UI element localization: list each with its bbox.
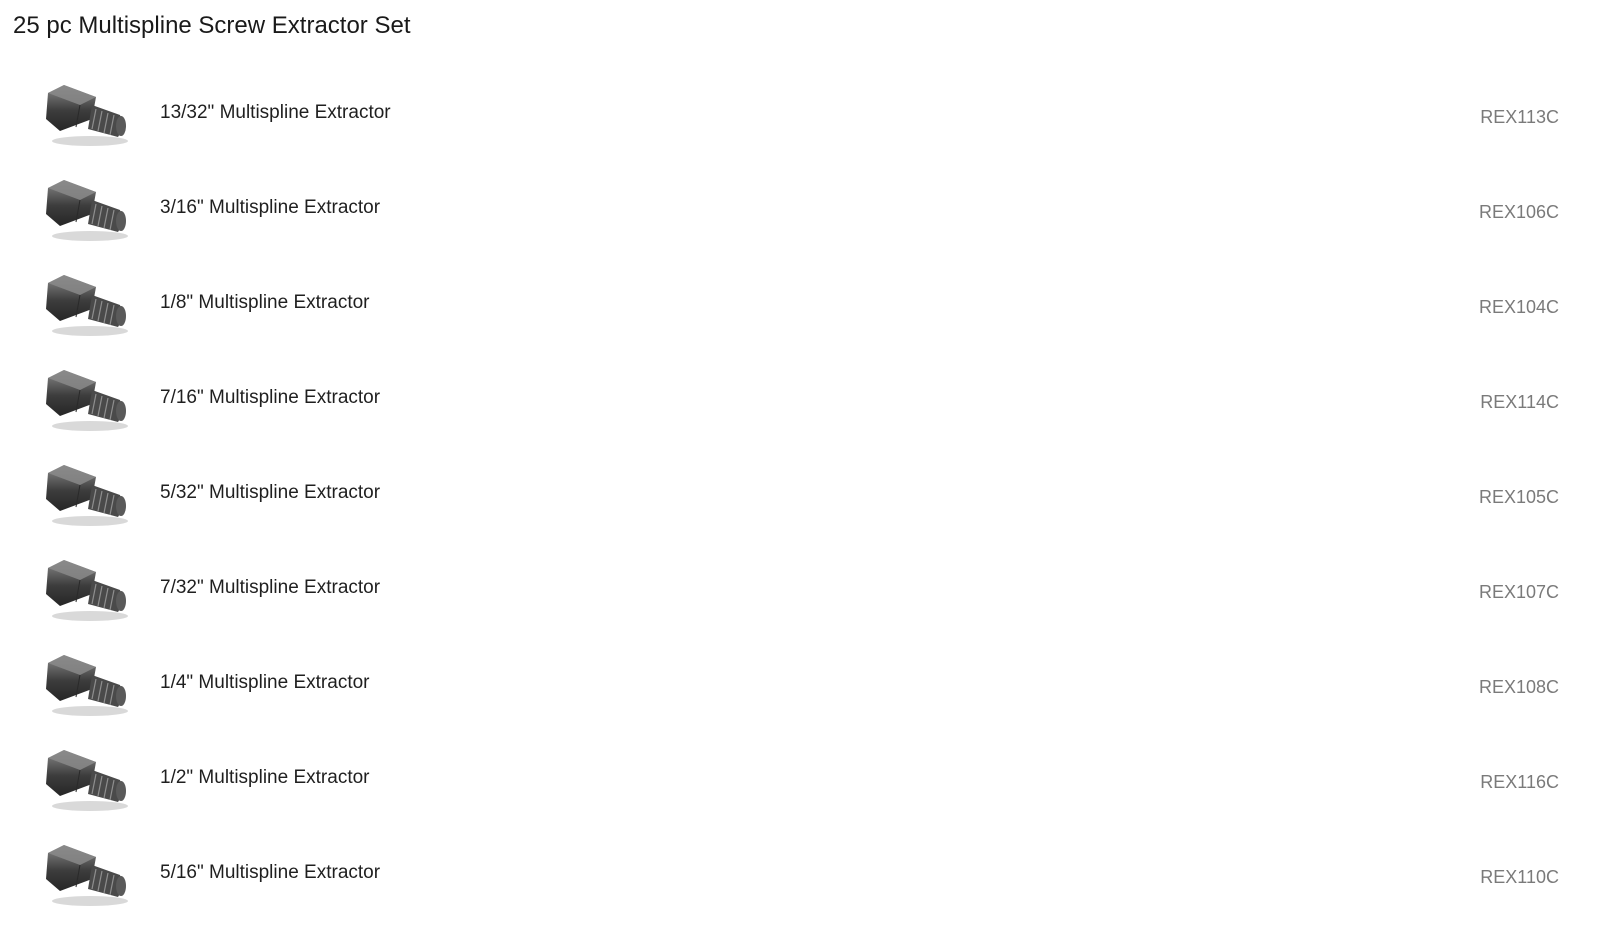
item-sku: REX110C [1480,867,1559,887]
page-title: 25 pc Multispline Screw Extractor Set [13,12,411,39]
screw-extractor-drawing [46,370,128,431]
list-item[interactable]: 13/32" Multispline Extractor REX113C [0,70,1600,165]
list-item[interactable]: 7/32" Multispline Extractor REX107C [0,545,1600,640]
screw-extractor-drawing [46,560,128,621]
item-sku: REX113C [1480,107,1559,127]
screw-extractor-icon [42,839,132,911]
item-name[interactable]: 7/32" Multispline Extractor [160,575,380,601]
screw-extractor-icon [42,459,132,531]
screw-extractor-icon [42,649,132,721]
item-name[interactable]: 1/2" Multispline Extractor [160,765,370,791]
screw-extractor-drawing [46,85,128,146]
item-name[interactable]: 13/32" Multispline Extractor [160,100,391,126]
item-name[interactable]: 3/16" Multispline Extractor [160,195,380,221]
list-item[interactable]: 1/8" Multispline Extractor REX104C [0,260,1600,355]
item-sku: REX104C [1478,297,1559,317]
item-name[interactable]: 1/4" Multispline Extractor [160,670,370,696]
screw-extractor-icon [42,269,132,341]
screw-extractor-icon [42,744,132,816]
product-set-page: 25 pc Multispline Screw Extractor Set 13… [0,0,1600,938]
list-item[interactable]: 3/16" Multispline Extractor REX106C [0,165,1600,260]
screw-extractor-drawing [46,465,128,526]
item-name[interactable]: 1/8" Multispline Extractor [160,290,370,316]
screw-extractor-drawing [46,655,128,716]
screw-extractor-drawing [46,750,128,811]
item-sku: REX105C [1478,487,1559,507]
component-list: 13/32" Multispline Extractor REX113C 3/1… [0,70,1600,925]
item-name[interactable]: 5/16" Multispline Extractor [160,860,380,886]
screw-extractor-drawing [46,845,128,906]
list-item[interactable]: 5/32" Multispline Extractor REX105C [0,450,1600,545]
item-name[interactable]: 5/32" Multispline Extractor [160,480,380,506]
screw-extractor-drawing [46,180,128,241]
list-item[interactable]: 1/4" Multispline Extractor REX108C [0,640,1600,735]
item-sku: REX116C [1480,772,1559,792]
list-item[interactable]: 1/2" Multispline Extractor REX116C [0,735,1600,830]
screw-extractor-icon [42,174,132,246]
screw-extractor-icon [42,79,132,151]
item-sku: REX114C [1480,392,1559,412]
screw-extractor-icon [42,364,132,436]
item-name[interactable]: 7/16" Multispline Extractor [160,385,380,411]
list-item[interactable]: 5/16" Multispline Extractor REX110C [0,830,1600,925]
screw-extractor-icon [42,554,132,626]
item-sku: REX107C [1478,582,1559,602]
item-sku: REX108C [1478,677,1559,697]
screw-extractor-drawing [46,275,128,336]
list-item[interactable]: 7/16" Multispline Extractor REX114C [0,355,1600,450]
item-sku: REX106C [1478,202,1559,222]
